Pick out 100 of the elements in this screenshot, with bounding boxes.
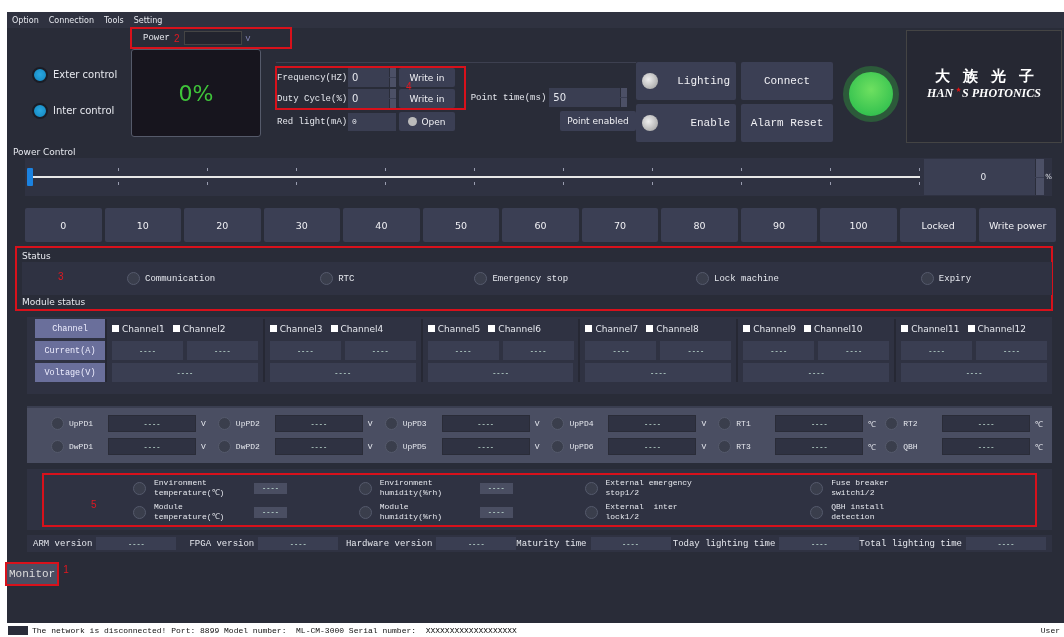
preset-button[interactable]: 40 xyxy=(343,208,420,242)
menu-item[interactable]: Option xyxy=(12,15,39,25)
version-label: Today lighting time xyxy=(672,538,776,549)
unit-label: V xyxy=(701,442,707,451)
version-label: Hardware version xyxy=(345,538,433,549)
mode-label: Inter control xyxy=(53,105,115,116)
write-button[interactable]: Write in xyxy=(399,89,455,108)
unit-label: V xyxy=(534,419,540,428)
unit-label: V xyxy=(367,442,373,451)
unit-label: ℃ xyxy=(1035,442,1044,452)
channel-label: Channel1 xyxy=(122,323,165,334)
status-message: The network is disconnected! Port: 8899 Model number: ML-CM-3000 Serial number: XXXXXXXXXXXXXXXXXXX xyxy=(32,625,517,635)
checkbox[interactable] xyxy=(967,325,975,332)
preset-button[interactable]: Write power xyxy=(979,208,1056,242)
sensor-label: UpPD3 xyxy=(402,419,428,428)
toggle-button[interactable]: Enable xyxy=(636,104,736,142)
user-label: User xyxy=(1040,625,1060,635)
sensor-label: UpPD1 xyxy=(69,419,94,428)
preset-button[interactable]: 10 xyxy=(104,208,182,242)
power-field[interactable] xyxy=(183,31,242,45)
channel-label: Channel11 xyxy=(911,323,960,334)
sensor-label: UpPD6 xyxy=(569,442,595,451)
checkbox[interactable] xyxy=(330,325,338,332)
current-field[interactable]: 0 xyxy=(348,112,396,131)
preset-button[interactable]: Locked xyxy=(899,208,977,242)
power-spin-box[interactable]: 0 xyxy=(924,159,1045,195)
preset-button[interactable]: 80 xyxy=(661,208,738,242)
checkbox[interactable] xyxy=(427,325,435,332)
logo-character: 子 xyxy=(1018,67,1034,86)
menu-item[interactable]: Tools xyxy=(103,15,124,25)
sensor-label: UpPD4 xyxy=(569,419,595,428)
slider-thumb[interactable] xyxy=(27,168,33,186)
env-label: Module temperature(℃) xyxy=(154,502,226,522)
logo-text: S PHOTONICS xyxy=(962,86,1041,101)
sensor-label: RT3 xyxy=(736,442,752,451)
preset-button[interactable]: 70 xyxy=(581,208,659,242)
radio-indicator[interactable] xyxy=(32,66,48,83)
preset-button[interactable]: 50 xyxy=(422,208,500,242)
env-label: Environment temperature(℃) xyxy=(154,478,226,498)
checkbox[interactable] xyxy=(804,325,811,332)
preset-button[interactable]: 100 xyxy=(820,208,897,242)
toggle-button[interactable]: Lighting xyxy=(636,62,736,100)
action-button[interactable]: Connect xyxy=(741,62,833,100)
action-button[interactable]: Alarm Reset xyxy=(741,104,833,142)
unit-label: V xyxy=(201,419,206,428)
preset-button[interactable]: 20 xyxy=(184,208,261,242)
point-time-label: Point time(ms) xyxy=(470,92,547,103)
menu-item[interactable]: Connection xyxy=(48,15,94,25)
checkbox[interactable] xyxy=(743,325,751,332)
tab[interactable]: Monitor xyxy=(7,564,58,584)
version-label: Maturity time xyxy=(516,538,587,549)
unit-label: ℃ xyxy=(868,442,877,452)
sensor-label: UpPD2 xyxy=(235,419,261,428)
channel-label: Channel5 xyxy=(437,323,481,334)
row-header: Voltage(V) xyxy=(35,363,105,382)
env-label: External inter lock1/2 xyxy=(605,502,679,522)
checkbox[interactable] xyxy=(172,325,180,332)
channel-label: Channel4 xyxy=(340,323,384,334)
checkbox[interactable] xyxy=(269,325,277,332)
unit-label: ℃ xyxy=(868,419,877,429)
point-enabled-button[interactable]: Point enabled xyxy=(560,111,636,131)
version-label: Total lighting time xyxy=(859,538,962,549)
unit-label: V xyxy=(201,442,206,451)
star-icon xyxy=(956,87,962,92)
setting-label: Duty Cycle(%) xyxy=(277,93,345,104)
callout-number: 1 xyxy=(63,564,69,575)
section-title: Power Control xyxy=(12,146,76,158)
env-label: External emergency stop1/2 xyxy=(605,478,693,498)
section-title: Module status xyxy=(21,296,86,308)
checkbox[interactable] xyxy=(646,325,654,332)
spin-box[interactable]: 50 xyxy=(549,88,628,107)
callout-number: 3 xyxy=(58,271,64,282)
checkbox[interactable] xyxy=(901,325,909,332)
menu-item[interactable]: Setting xyxy=(133,15,163,25)
spin-box[interactable]: 0 xyxy=(348,68,396,87)
status-label: Communication xyxy=(145,273,216,284)
channel-label: Channel6 xyxy=(498,323,542,334)
sensor-label: RT1 xyxy=(736,419,752,428)
preset-button[interactable]: 0 xyxy=(25,208,102,242)
env-label: Fuse breaker switch1/2 xyxy=(831,478,890,498)
sensor-label: DwPD1 xyxy=(69,442,94,451)
spin-box[interactable]: 0 xyxy=(348,89,396,108)
checkbox[interactable] xyxy=(488,325,496,332)
env-label: Environment humidity(%rh) xyxy=(379,478,444,498)
channel-label: Channel8 xyxy=(656,323,699,334)
radio-indicator[interactable] xyxy=(32,102,48,119)
preset-button[interactable]: 90 xyxy=(740,208,818,242)
status-label: RTC xyxy=(338,273,355,284)
sensor-label: DwPD2 xyxy=(235,442,261,451)
channel-label: Channel10 xyxy=(814,323,863,334)
preset-button[interactable]: 30 xyxy=(263,208,341,242)
setting-label: Frequency(HZ) xyxy=(277,72,345,83)
sensor-label: RT2 xyxy=(903,419,919,428)
checkbox[interactable] xyxy=(112,325,119,332)
env-label: Module humidity(%rh) xyxy=(379,502,444,522)
status-label: Lock machine xyxy=(714,273,779,284)
preset-button[interactable]: 60 xyxy=(502,208,579,242)
sensor-label: UpPD5 xyxy=(402,442,428,451)
checkbox[interactable] xyxy=(585,325,593,332)
open-button[interactable]: Open xyxy=(399,112,455,131)
